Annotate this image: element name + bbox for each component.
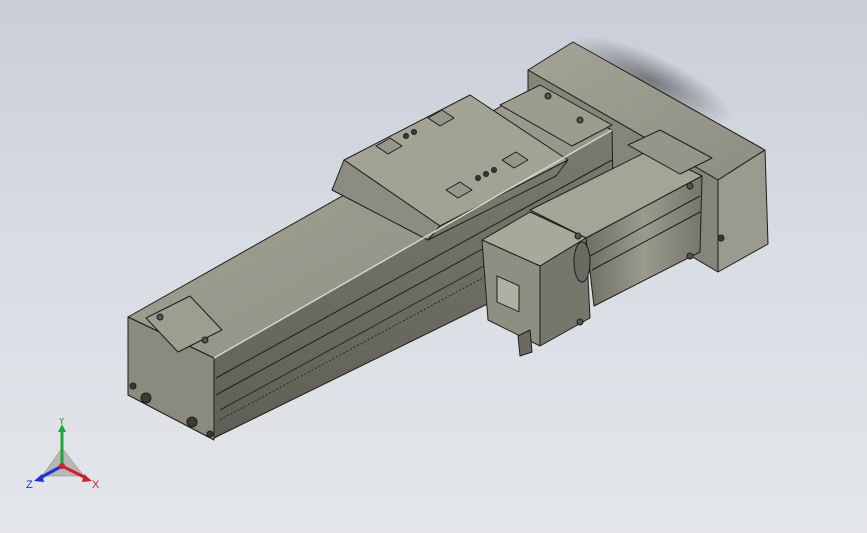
carriage-hole-3 [475, 175, 481, 181]
triad-origin [59, 463, 65, 469]
carriage-hole-5 [491, 167, 497, 173]
x-axis-label: X [92, 479, 100, 491]
orientation-triad[interactable]: Y X Z [22, 418, 106, 494]
z-axis-label: Z [26, 479, 33, 491]
linear-actuator-model[interactable] [0, 0, 867, 533]
motor-ring [573, 241, 591, 283]
rear-housing-hole [717, 234, 725, 242]
end-plate-hole-2 [186, 416, 198, 428]
motor-bolt-4 [686, 252, 694, 260]
motor-bolt-3 [686, 182, 694, 190]
y-axis-label: Y [58, 418, 66, 427]
motor-bolt-1 [574, 232, 582, 240]
end-plate-screw-1 [156, 313, 164, 321]
carriage-hole-2 [411, 129, 417, 135]
end-plate-hole-1 [140, 392, 152, 404]
end-plate-hole-4 [129, 382, 137, 390]
motor-bolt-2 [576, 318, 584, 326]
end-plate-hole-3 [206, 430, 214, 438]
end-plate-screw-2 [201, 336, 209, 344]
carriage-hole-4 [483, 171, 489, 177]
carriage-hole-1 [403, 133, 409, 139]
cad-viewport[interactable]: Y X Z [0, 0, 867, 533]
